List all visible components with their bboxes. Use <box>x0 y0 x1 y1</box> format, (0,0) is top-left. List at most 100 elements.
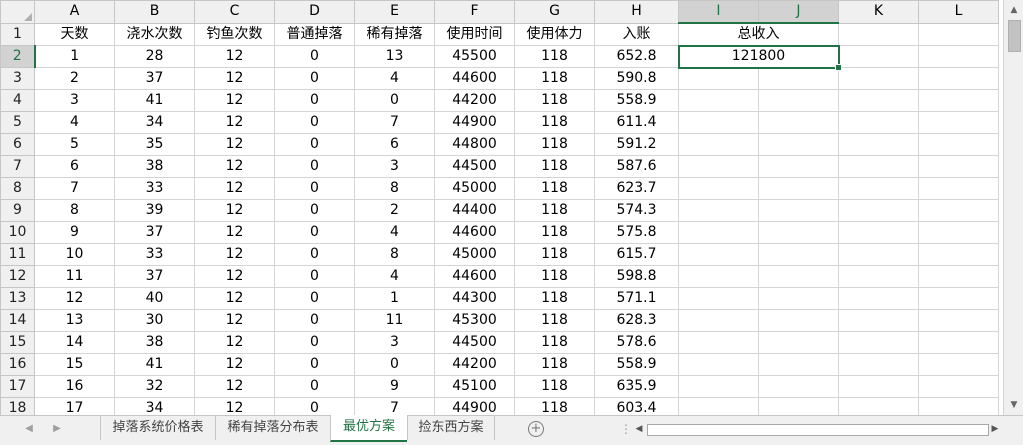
cell-income[interactable]: 590.8 <box>594 67 679 90</box>
cell-fishing[interactable]: 12 <box>194 243 275 266</box>
cell[interactable] <box>758 265 839 288</box>
cell-time-used[interactable]: 44200 <box>434 89 515 112</box>
cell-rare-drop[interactable]: 6 <box>354 133 435 156</box>
cell[interactable] <box>838 331 919 354</box>
header-cell-common-drop[interactable]: 普通掉落 <box>274 22 355 46</box>
cell-stamina-used[interactable]: 118 <box>514 89 595 112</box>
cell[interactable] <box>918 375 999 398</box>
cell-time-used[interactable]: 44900 <box>434 111 515 134</box>
spreadsheet-grid[interactable]: A B C D E F G H I J K L 1 天数 浇水次数 钓鱼次数 普… <box>0 0 1003 415</box>
cell[interactable] <box>918 331 999 354</box>
total-income-cell[interactable]: 121800 <box>677 44 843 72</box>
column-header-l[interactable]: L <box>918 0 999 24</box>
cell[interactable] <box>918 22 999 46</box>
cell[interactable] <box>838 397 919 415</box>
cell[interactable] <box>678 397 759 415</box>
cell-time-used[interactable]: 44600 <box>434 67 515 90</box>
cell-income[interactable]: 574.3 <box>594 199 679 222</box>
cell[interactable] <box>918 353 999 376</box>
sheet-tab-optimal-plan[interactable]: 最优方案 <box>330 415 407 442</box>
cell-stamina-used[interactable]: 118 <box>514 221 595 244</box>
cell-income[interactable]: 578.6 <box>594 331 679 354</box>
cell-watering[interactable]: 39 <box>114 199 195 222</box>
header-cell-watering[interactable]: 浇水次数 <box>114 22 195 46</box>
cell-time-used[interactable]: 44600 <box>434 221 515 244</box>
cell[interactable] <box>758 155 839 178</box>
cell-fishing[interactable]: 12 <box>194 375 275 398</box>
cell[interactable] <box>758 287 839 310</box>
cell-rare-drop[interactable]: 7 <box>354 111 435 134</box>
cell[interactable] <box>758 243 839 266</box>
cell-income[interactable]: 591.2 <box>594 133 679 156</box>
cell[interactable] <box>678 133 759 156</box>
column-header-b[interactable]: B <box>114 0 195 24</box>
row-header[interactable]: 16 <box>0 353 35 376</box>
cell-days[interactable]: 10 <box>34 243 115 266</box>
sheet-tab-pickup-plan[interactable]: 捡东西方案 <box>407 416 495 440</box>
cell-watering[interactable]: 38 <box>114 155 195 178</box>
cell-days[interactable]: 17 <box>34 397 115 415</box>
cell[interactable] <box>918 155 999 178</box>
cell-rare-drop[interactable]: 8 <box>354 177 435 200</box>
cell-common-drop[interactable]: 0 <box>274 375 355 398</box>
cell[interactable] <box>838 177 919 200</box>
cell-rare-drop[interactable]: 2 <box>354 199 435 222</box>
cell-common-drop[interactable]: 0 <box>274 221 355 244</box>
cell-rare-drop[interactable]: 8 <box>354 243 435 266</box>
cell-watering[interactable]: 37 <box>114 265 195 288</box>
cell-income[interactable]: 587.6 <box>594 155 679 178</box>
cell[interactable] <box>678 177 759 200</box>
header-cell-total-income[interactable]: 总收入 <box>678 22 839 46</box>
cell[interactable] <box>918 177 999 200</box>
cell-common-drop[interactable]: 0 <box>274 397 355 415</box>
cell[interactable] <box>838 243 919 266</box>
cell[interactable] <box>838 111 919 134</box>
sheet-tab-rare-drop-distribution[interactable]: 稀有掉落分布表 <box>215 416 330 440</box>
cell[interactable] <box>838 133 919 156</box>
cell-income[interactable]: 635.9 <box>594 375 679 398</box>
cell-time-used[interactable]: 45300 <box>434 309 515 332</box>
chevron-left-icon[interactable]: ◀ <box>22 422 36 436</box>
cell[interactable] <box>678 331 759 354</box>
vertical-scroll-thumb[interactable] <box>1008 20 1021 52</box>
cell-common-drop[interactable]: 0 <box>274 67 355 90</box>
scroll-down-icon[interactable]: ▼ <box>1004 397 1023 413</box>
cell[interactable] <box>838 155 919 178</box>
cell-stamina-used[interactable]: 118 <box>514 199 595 222</box>
row-header[interactable]: 9 <box>0 199 35 222</box>
cell-fishing[interactable]: 12 <box>194 309 275 332</box>
cell-stamina-used[interactable]: 118 <box>514 45 595 68</box>
tab-splitter-icon[interactable]: ⋮ <box>620 422 632 436</box>
cell-income[interactable]: 615.7 <box>594 243 679 266</box>
cell[interactable] <box>918 111 999 134</box>
cell-time-used[interactable]: 45000 <box>434 243 515 266</box>
cell-common-drop[interactable]: 0 <box>274 111 355 134</box>
cell-watering[interactable]: 34 <box>114 397 195 415</box>
cell-income[interactable]: 558.9 <box>594 89 679 112</box>
cell-rare-drop[interactable]: 13 <box>354 45 435 68</box>
cell-income[interactable]: 611.4 <box>594 111 679 134</box>
cell-rare-drop[interactable]: 3 <box>354 155 435 178</box>
cell-time-used[interactable]: 44600 <box>434 265 515 288</box>
cell[interactable] <box>838 22 919 46</box>
cell[interactable] <box>678 265 759 288</box>
cell-stamina-used[interactable]: 118 <box>514 331 595 354</box>
cell[interactable] <box>918 221 999 244</box>
cell-days[interactable]: 3 <box>34 89 115 112</box>
cell[interactable] <box>838 67 919 90</box>
cell-time-used[interactable]: 44500 <box>434 155 515 178</box>
cell[interactable] <box>918 89 999 112</box>
cell[interactable] <box>918 397 999 415</box>
cell-watering[interactable]: 41 <box>114 353 195 376</box>
cell[interactable] <box>918 243 999 266</box>
row-header[interactable]: 6 <box>0 133 35 156</box>
cell-stamina-used[interactable]: 118 <box>514 375 595 398</box>
column-header-i[interactable]: I <box>678 0 759 24</box>
cell-days[interactable]: 4 <box>34 111 115 134</box>
cell-common-drop[interactable]: 0 <box>274 353 355 376</box>
cell-common-drop[interactable]: 0 <box>274 265 355 288</box>
cell[interactable] <box>758 309 839 332</box>
cell-time-used[interactable]: 44300 <box>434 287 515 310</box>
cell-fishing[interactable]: 12 <box>194 111 275 134</box>
cell-fishing[interactable]: 12 <box>194 221 275 244</box>
